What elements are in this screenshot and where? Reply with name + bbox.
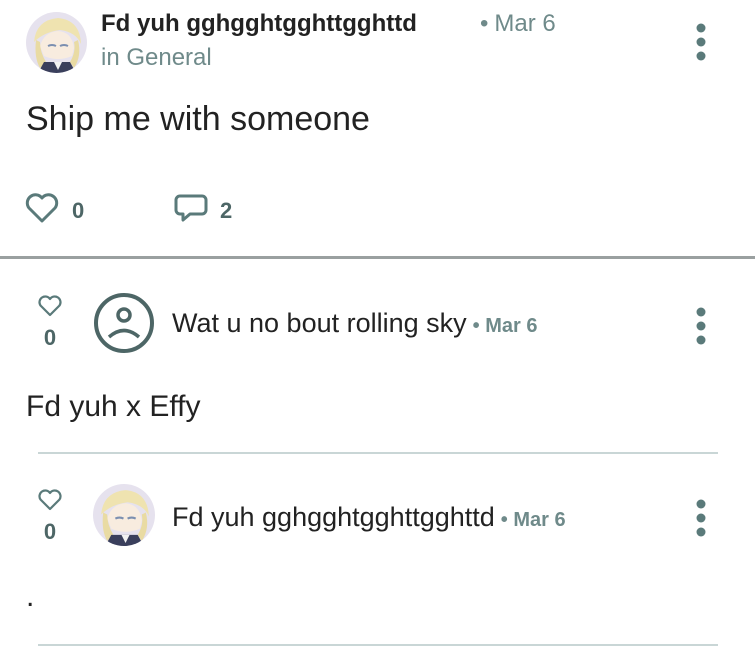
anime-avatar-image — [26, 12, 87, 73]
comment-author-name: Fd yuh gghgghtgghttgghttd — [172, 502, 495, 532]
comment-body-text: . — [26, 580, 35, 613]
post-like-count: 0 — [72, 197, 85, 223]
default-user-icon — [94, 293, 154, 353]
comment-date: • Mar 6 — [500, 509, 566, 531]
comment-body-text: Fd yuh x Effy — [26, 390, 201, 423]
comment-author[interactable]: Fd yuh gghgghtgghttgghttd • Mar 6 — [172, 502, 566, 533]
heart-icon — [24, 192, 60, 229]
comment-author-avatar[interactable] — [93, 292, 155, 354]
comment-bubble-icon — [174, 192, 208, 229]
date-separator: • — [480, 10, 489, 37]
comment-author-avatar[interactable] — [93, 484, 155, 546]
post-comment-button[interactable]: 2 — [174, 192, 232, 229]
comment-more-options-icon[interactable] — [688, 498, 714, 538]
comment-like-count: 0 — [43, 325, 57, 350]
comment-more-options-icon[interactable] — [688, 306, 714, 346]
post-date: • Mar 6 — [480, 10, 556, 38]
anime-avatar-image — [93, 484, 155, 546]
comment-separator — [38, 644, 718, 646]
comment-like-button[interactable]: 0 — [36, 294, 64, 351]
post-card: Fd yuh gghgghtgghttgghttd • Mar 6 in Gene… — [0, 0, 755, 258]
comment-like-count: 0 — [43, 519, 57, 544]
comment-author[interactable]: Wat u no bout rolling sky • Mar 6 — [172, 308, 537, 339]
comment-date: • Mar 6 — [472, 315, 538, 337]
post-community-link[interactable]: in General — [101, 44, 212, 72]
comment-author-name: Wat u no bout rolling sky — [172, 308, 467, 338]
post-more-options-icon[interactable] — [688, 22, 714, 62]
post-date-text: Mar 6 — [494, 10, 556, 37]
post-like-button[interactable]: 0 — [24, 192, 84, 229]
author-avatar[interactable] — [26, 12, 87, 73]
post-comment-count: 2 — [220, 197, 233, 223]
heart-icon — [37, 489, 63, 516]
heart-icon — [37, 295, 63, 322]
post-body-text: Ship me with someone — [26, 100, 370, 138]
comment-like-button[interactable]: 0 — [36, 488, 64, 545]
post-author-name[interactable]: Fd yuh gghgghtgghttgghttd — [101, 10, 417, 38]
comment-separator — [38, 452, 718, 454]
section-divider — [0, 256, 755, 259]
